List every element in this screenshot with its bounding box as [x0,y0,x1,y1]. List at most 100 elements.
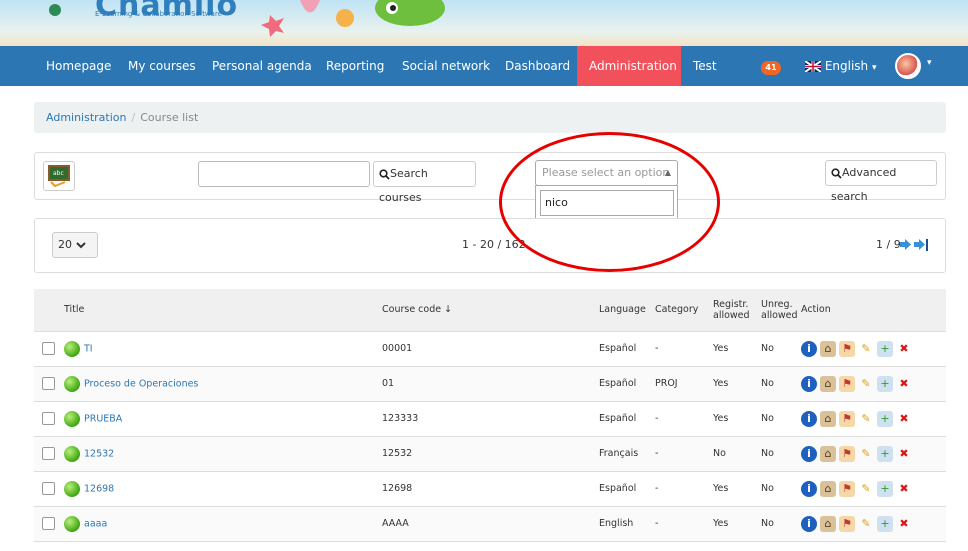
language-cell: English [599,506,655,542]
avatar-caret-icon[interactable]: ▾ [927,58,932,68]
nav-administration[interactable]: Administration [577,46,681,86]
search-input[interactable] [198,161,370,187]
last-page-icon[interactable] [914,239,930,251]
users-icon[interactable]: ⚑ [839,410,855,427]
status-green-icon [64,515,80,532]
course-title-link[interactable]: Proceso de Operaciones [84,378,198,389]
add-icon[interactable]: + [877,375,893,392]
unreg-cell: No [761,506,801,542]
col-category[interactable]: Category [655,289,713,332]
nav-my-courses[interactable]: My courses [116,46,208,86]
col-language[interactable]: Language [599,289,655,332]
row-checkbox[interactable] [42,447,55,460]
home-icon[interactable]: ⌂ [820,340,836,357]
add-icon[interactable]: + [877,410,893,427]
users-icon[interactable]: ⚑ [839,515,855,532]
col-title[interactable]: Title [64,289,382,332]
info-icon[interactable]: i [801,445,817,462]
table-row: Proceso de Operaciones 01 Español PROJ Y… [34,366,946,402]
home-icon[interactable]: ⌂ [820,410,836,427]
notification-badge[interactable]: 41 [761,61,781,75]
row-checkbox[interactable] [42,517,55,530]
title-cell [64,541,382,551]
status-green-icon [64,375,80,392]
info-icon[interactable]: i [801,375,817,392]
edit-icon[interactable]: ✎ [858,481,874,497]
add-icon[interactable]: + [877,515,893,532]
title-cell: Proceso de Operaciones [64,366,382,402]
info-icon[interactable]: i [801,480,817,497]
search-courses-button[interactable]: Search courses [373,161,476,204]
add-icon[interactable]: + [877,340,893,357]
category-cell: - [655,401,713,437]
course-title-link[interactable]: aaaa [84,518,107,529]
nav-test[interactable]: Test [681,46,729,86]
course-title-link[interactable]: PRUEBA [84,413,122,424]
course-title-link[interactable]: 12532 [84,448,114,459]
search-panel [34,152,946,200]
row-checkbox-cell [34,471,64,507]
info-icon[interactable]: i [801,410,817,427]
language-label: English [824,59,869,73]
next-page-icon[interactable] [900,239,911,250]
delete-icon[interactable]: ✖ [896,446,912,462]
col-course-code[interactable]: Course code ↓ [382,289,599,332]
delete-icon[interactable]: ✖ [896,376,912,392]
uk-flag-icon [804,60,822,73]
title-cell: 12698 [64,471,382,507]
home-icon[interactable]: ⌂ [820,480,836,497]
course-code-cell: AAAA [382,506,599,542]
advanced-search-button[interactable]: Advanced search [825,160,937,203]
col-registr-allowed[interactable]: Registr. allowed [713,289,761,332]
action-cell: i⌂⚑✎+✖ [801,331,946,367]
users-icon[interactable]: ⚑ [839,480,855,497]
user-avatar[interactable] [895,53,921,79]
nav-homepage[interactable]: Homepage [34,46,123,86]
nav-personal-agenda[interactable]: Personal agenda [200,46,324,86]
nav-social-network[interactable]: Social network [390,46,502,86]
edit-icon[interactable]: ✎ [858,516,874,532]
chevron-down-icon: ▾ [872,63,877,73]
delete-icon[interactable]: ✖ [896,481,912,497]
edit-icon[interactable]: ✎ [858,446,874,462]
language-cell: Español [599,366,655,402]
breadcrumb-separator: / [131,111,136,124]
per-page-select[interactable]: 20 [52,232,98,258]
delete-icon[interactable]: ✖ [896,516,912,532]
row-checkbox-cell [34,506,64,542]
language-selector[interactable]: English ▾ [793,46,889,86]
row-checkbox-cell [34,401,64,437]
edit-icon[interactable]: ✎ [858,411,874,427]
edit-icon[interactable]: ✎ [858,376,874,392]
course-title-link[interactable]: TI [84,343,93,354]
row-checkbox[interactable] [42,342,55,355]
nav-dashboard[interactable]: Dashboard [493,46,582,86]
delete-icon[interactable]: ✖ [896,411,912,427]
home-icon[interactable]: ⌂ [820,375,836,392]
info-icon[interactable]: i [801,340,817,357]
add-icon[interactable]: + [877,445,893,462]
row-checkbox[interactable] [42,377,55,390]
add-course-button[interactable]: abc [43,161,75,191]
edit-icon[interactable]: ✎ [858,341,874,357]
nav-reporting[interactable]: Reporting [314,46,396,86]
course-code-cell [382,541,599,551]
add-icon[interactable]: + [877,480,893,497]
home-icon[interactable]: ⌂ [820,515,836,532]
row-checkbox[interactable] [42,412,55,425]
breadcrumb-administration[interactable]: Administration [46,111,127,124]
course-title-link[interactable]: 12698 [84,483,114,494]
course-table: Title Course code ↓ Language Category Re… [34,289,946,551]
breadcrumb-current: Course list [140,111,199,124]
table-row: aaaa AAAA English - Yes No i ⌂ ⚑ ✎ + ✖ [34,506,946,542]
users-icon[interactable]: ⚑ [839,445,855,462]
col-unreg-allowed[interactable]: Unreg. allowed [761,289,801,332]
users-icon[interactable]: ⚑ [839,375,855,392]
title-cell: aaaa [64,506,382,542]
delete-icon[interactable]: ✖ [896,341,912,357]
language-cell: Español [599,471,655,507]
row-checkbox[interactable] [42,482,55,495]
users-icon[interactable]: ⚑ [839,340,855,357]
home-icon[interactable]: ⌂ [820,445,836,462]
info-icon[interactable]: i [801,515,817,532]
